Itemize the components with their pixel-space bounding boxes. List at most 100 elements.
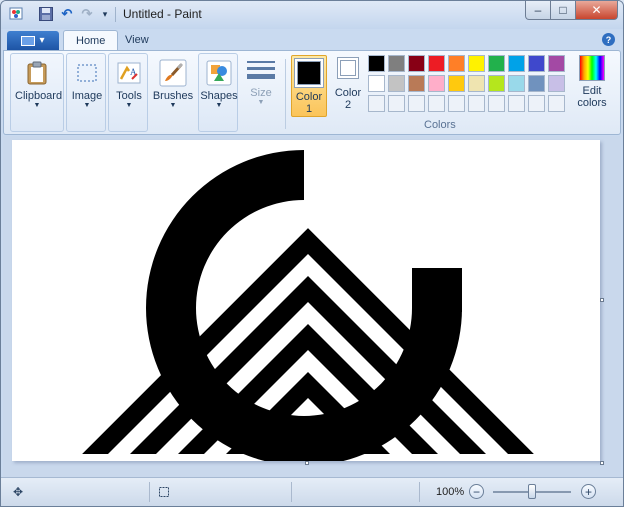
maximize-button[interactable]: □ [550, 1, 576, 20]
color1-swatch [297, 61, 321, 85]
brush-icon [158, 58, 188, 88]
edit-colors-button[interactable]: Edit colors [572, 55, 612, 109]
drawing-canvas[interactable] [12, 140, 600, 466]
palette-swatch[interactable] [548, 75, 565, 92]
tools-icon: A [114, 58, 144, 88]
resize-handle-corner[interactable] [600, 461, 604, 465]
chevron-down-icon: ▼ [215, 102, 223, 109]
palette-swatch[interactable] [448, 55, 465, 72]
resize-handle-right[interactable] [600, 298, 604, 302]
palette-swatch[interactable] [428, 75, 445, 92]
clipboard-group: Clipboard ▼ [10, 53, 64, 132]
color2-label-line2: 2 [344, 99, 352, 111]
canvas-area[interactable] [3, 136, 621, 477]
paint-app-icon[interactable] [9, 6, 25, 22]
edit-colors-label-line1: Edit [582, 85, 602, 97]
paint-menu-icon [21, 35, 36, 46]
image-button[interactable]: Image ▼ [65, 58, 109, 132]
color2-label-line1: Color [334, 87, 362, 99]
tab-home[interactable]: Home [63, 30, 119, 51]
palette-swatch[interactable] [428, 55, 445, 72]
color1-label-line2: 1 [305, 103, 313, 115]
tools-label: Tools [116, 90, 142, 102]
palette-swatch[interactable] [448, 75, 465, 92]
palette-swatch[interactable] [408, 55, 425, 72]
customize-dropdown-icon[interactable]: ▾ [97, 6, 113, 22]
chevron-down-icon: ▼ [257, 99, 265, 106]
ribbon-home: Clipboard ▼ Image ▼ A Tools ▼ Brushes ▼ … [3, 50, 621, 135]
colors-group-label: Colors [424, 119, 456, 131]
title-separator [115, 7, 116, 22]
palette-swatch-empty[interactable] [468, 95, 485, 112]
palette-swatch-empty[interactable] [368, 95, 385, 112]
palette-swatch[interactable] [368, 55, 385, 72]
color1-button[interactable]: Color 1 [291, 55, 327, 117]
color1-label-line1: Color [295, 91, 323, 103]
window-title: Untitled - Paint [123, 7, 202, 21]
tab-view[interactable]: View [113, 30, 161, 51]
palette-swatch-empty[interactable] [388, 95, 405, 112]
selection-size-icon [157, 485, 171, 499]
zoom-in-button[interactable]: + [581, 484, 596, 499]
color1-swatch-frame [294, 58, 324, 88]
palette-swatch[interactable] [408, 75, 425, 92]
shapes-icon [204, 58, 234, 88]
palette-swatch-empty[interactable] [528, 95, 545, 112]
palette-swatch[interactable] [548, 55, 565, 72]
paint-window: ↶ ↷ ▾ Untitled - Paint – □ ✕ ▾ Home View… [0, 0, 624, 507]
tools-button[interactable]: A Tools ▼ [107, 58, 151, 132]
palette-swatch[interactable] [528, 75, 545, 92]
title-bar: ↶ ↷ ▾ Untitled - Paint – □ ✕ [1, 1, 623, 29]
color2-swatch-frame [337, 57, 359, 79]
clipboard-button[interactable]: Clipboard ▼ [15, 58, 63, 132]
image-group: Image ▼ [66, 53, 106, 132]
paint-menu-button[interactable]: ▾ [7, 31, 59, 50]
ribbon-tab-row: ▾ Home View ? [1, 29, 623, 51]
palette-swatch[interactable] [368, 75, 385, 92]
canvas-image [82, 150, 534, 466]
palette-swatch-empty[interactable] [448, 95, 465, 112]
brushes-button[interactable]: Brushes ▼ [151, 58, 195, 132]
close-button[interactable]: ✕ [575, 1, 618, 20]
palette-swatch-empty[interactable] [408, 95, 425, 112]
redo-icon[interactable]: ↷ [79, 6, 95, 22]
palette-swatch-empty[interactable] [508, 95, 525, 112]
palette-swatch[interactable] [388, 75, 405, 92]
clipboard-icon [22, 58, 52, 88]
status-separator [149, 482, 150, 502]
palette-swatch-empty[interactable] [428, 95, 445, 112]
brushes-label: Brushes [152, 90, 194, 102]
zoom-out-button[interactable]: − [469, 484, 484, 499]
palette-swatch[interactable] [488, 75, 505, 92]
shapes-button[interactable]: Shapes ▼ [197, 58, 241, 132]
palette-swatch[interactable] [508, 55, 525, 72]
resize-handle-bottom[interactable] [305, 461, 309, 465]
palette-swatch[interactable] [468, 75, 485, 92]
brushes-group: Brushes ▼ [150, 53, 194, 132]
clipboard-label: Clipboard [15, 90, 63, 102]
size-button[interactable]: Size ▼ [240, 55, 282, 129]
palette-swatch[interactable] [468, 55, 485, 72]
cursor-position-icon: ✥ [12, 485, 24, 499]
zoom-level: 100% [436, 486, 465, 498]
color2-swatch [340, 60, 356, 76]
color2-button[interactable]: Color 2 [330, 55, 366, 117]
chevron-down-icon: ▼ [33, 102, 41, 109]
status-separator [419, 482, 420, 502]
palette-swatch[interactable] [508, 75, 525, 92]
size-label: Size [250, 87, 272, 99]
shapes-label: Shapes [200, 90, 238, 102]
status-bar: ✥ 100% − + [1, 477, 623, 506]
tools-group: A Tools ▼ [108, 53, 148, 132]
chevron-down-icon: ▼ [83, 102, 91, 109]
palette-swatch-empty[interactable] [548, 95, 565, 112]
help-icon[interactable]: ? [602, 33, 615, 46]
undo-icon[interactable]: ↶ [59, 6, 75, 22]
zoom-slider-thumb[interactable] [528, 484, 536, 499]
palette-swatch-empty[interactable] [488, 95, 505, 112]
save-icon[interactable] [38, 6, 54, 22]
palette-swatch[interactable] [528, 55, 545, 72]
palette-swatch[interactable] [388, 55, 405, 72]
minimize-button[interactable]: – [525, 1, 551, 20]
palette-swatch[interactable] [488, 55, 505, 72]
